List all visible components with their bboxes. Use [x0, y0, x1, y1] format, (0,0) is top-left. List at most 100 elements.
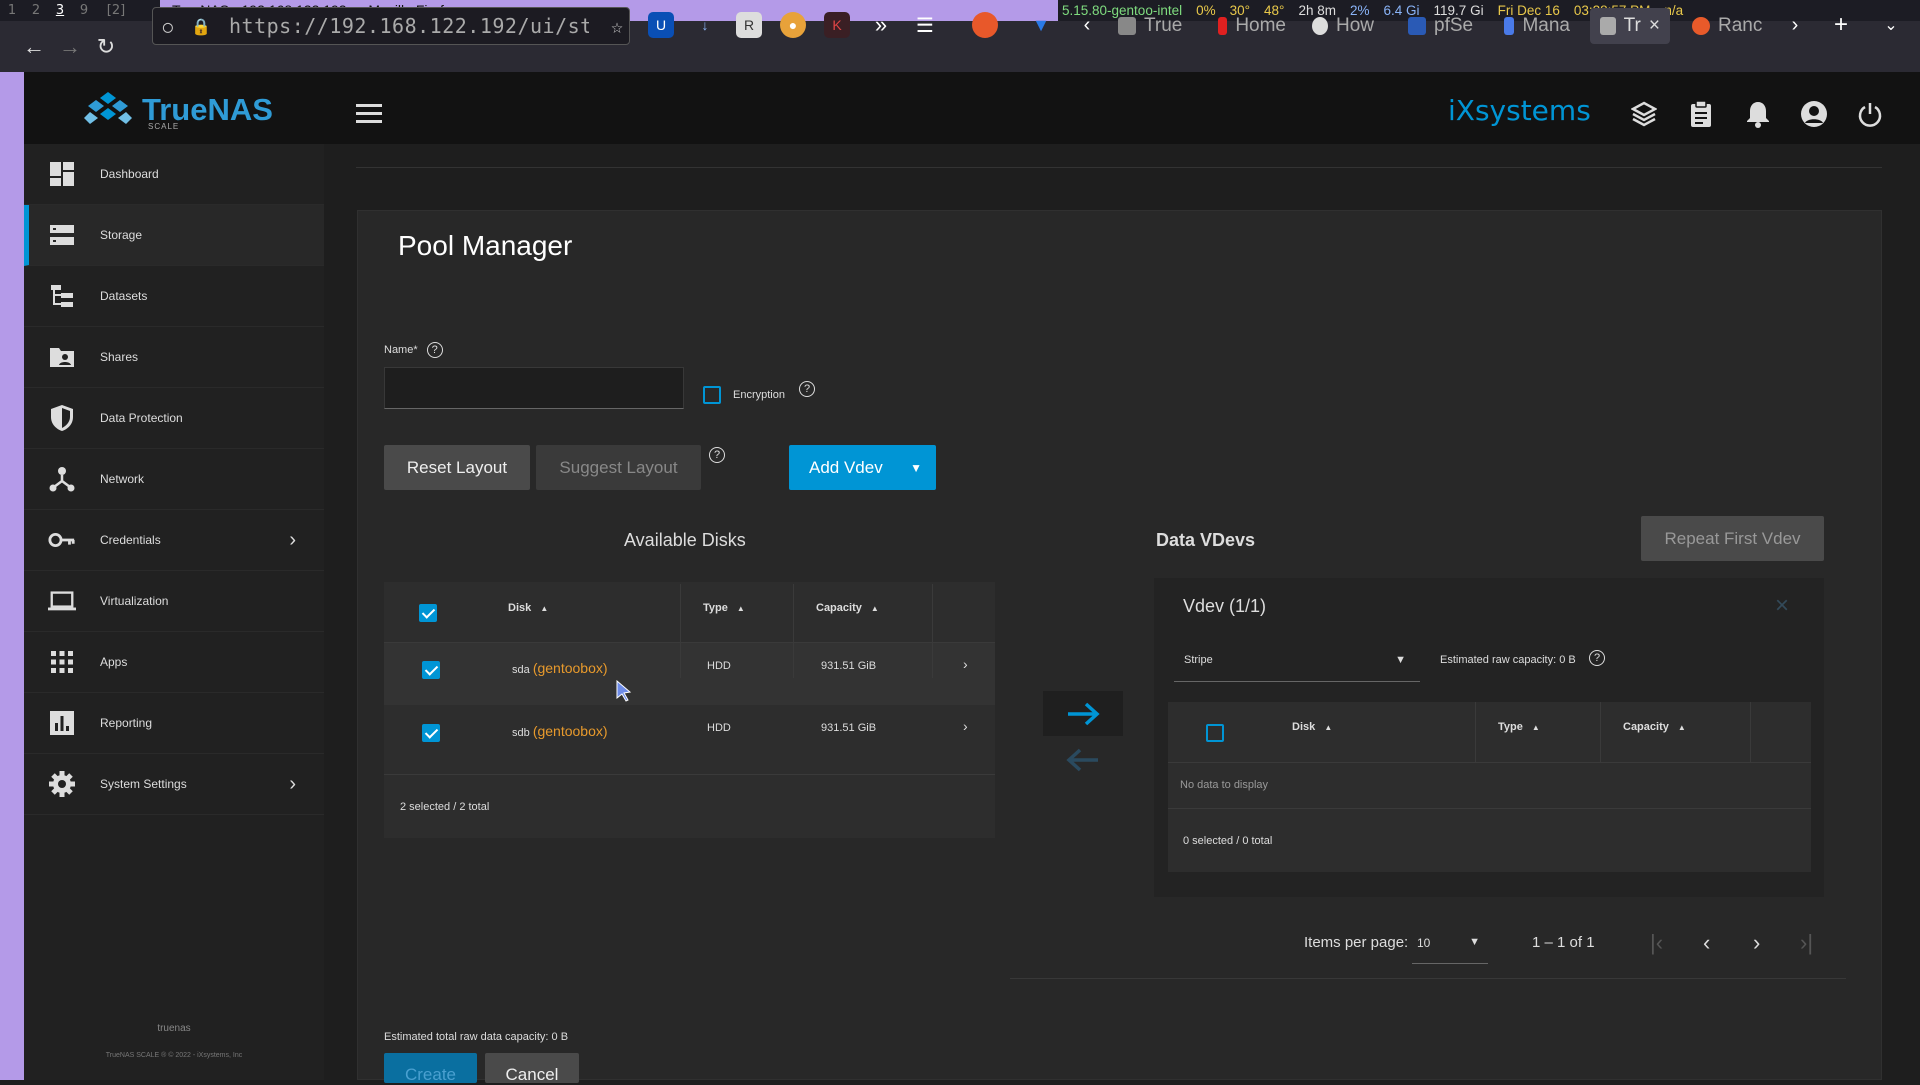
- first-page-icon[interactable]: |‹: [1650, 930, 1663, 956]
- suggest-layout-button[interactable]: Suggest Layout: [536, 445, 701, 490]
- layout-help-icon[interactable]: ?: [709, 447, 725, 463]
- hamburger-icon[interactable]: [356, 104, 382, 128]
- last-page-icon[interactable]: ›|: [1800, 930, 1813, 956]
- prev-page-icon[interactable]: ‹: [1703, 930, 1710, 956]
- sidebar-item-virtualization[interactable]: Virtualization: [24, 571, 324, 632]
- close-vdev-icon[interactable]: ×: [1775, 592, 1789, 620]
- menu-icon[interactable]: ☰: [912, 12, 938, 38]
- next-page-icon[interactable]: ›: [1753, 930, 1760, 956]
- sidebar-item-network[interactable]: Network: [24, 449, 324, 510]
- reset-layout-button[interactable]: Reset Layout: [384, 445, 530, 490]
- header-divider: [1168, 762, 1811, 763]
- storage-icon: [48, 221, 76, 249]
- tab-label: Tr: [1623, 15, 1641, 36]
- truenas-favicon-icon: [1600, 17, 1616, 35]
- url-bar[interactable]: ◯ 🔒 https://192.168.122.192/ui/stor ☆: [152, 7, 630, 45]
- account-icon[interactable]: [1800, 100, 1828, 128]
- sidebar-item-label: Dashboard: [100, 167, 159, 181]
- sidebar-item-dashboard[interactable]: Dashboard: [24, 144, 324, 205]
- disk-header[interactable]: Disk ▲: [508, 602, 548, 614]
- type-header[interactable]: Type ▲: [703, 602, 745, 614]
- disk-name: sdb: [512, 727, 530, 739]
- back-icon[interactable]: ←: [16, 29, 52, 65]
- move-left-button[interactable]: [1043, 740, 1123, 780]
- expand-row-icon[interactable]: ›: [963, 718, 968, 734]
- vdev-type-header[interactable]: Type ▲: [1498, 721, 1540, 733]
- tab-home[interactable]: Home: [1208, 8, 1296, 44]
- items-per-page-select[interactable]: 10 ▼: [1412, 924, 1488, 964]
- encryption-help-icon[interactable]: ?: [799, 381, 815, 397]
- forward-icon[interactable]: →: [52, 29, 88, 65]
- tab-manage[interactable]: Mana: [1494, 8, 1580, 44]
- extension-icon-2[interactable]: ●: [780, 12, 806, 38]
- encryption-checkbox[interactable]: [703, 386, 721, 404]
- help-icon[interactable]: ?: [426, 342, 443, 358]
- vdev-type-select[interactable]: Stripe ▼: [1174, 642, 1420, 682]
- tab-truenas-active[interactable]: Tr ×: [1590, 8, 1670, 44]
- tab-truenas[interactable]: True: [1108, 8, 1198, 44]
- new-tab-icon[interactable]: +: [1828, 11, 1854, 38]
- truenas-logo[interactable]: TrueNAS SCALE: [82, 90, 273, 131]
- key-icon: [48, 526, 76, 554]
- create-button[interactable]: Create: [384, 1053, 477, 1084]
- sidebar-item-credentials[interactable]: Credentials ›: [24, 510, 324, 571]
- power-icon[interactable]: [1856, 100, 1884, 128]
- dropdown-caret-icon[interactable]: ▼: [910, 461, 922, 475]
- tabs-left-icon[interactable]: ‹: [1074, 12, 1100, 38]
- workspace-1[interactable]: 1: [0, 3, 24, 18]
- capacity-header[interactable]: Capacity ▲: [816, 602, 879, 614]
- tabs-right-icon[interactable]: ›: [1782, 12, 1808, 38]
- pool-name-input[interactable]: [384, 367, 684, 409]
- lock-icon: 🔒: [191, 16, 211, 36]
- disk-host: (gentoobox): [532, 660, 608, 676]
- move-right-button[interactable]: [1043, 691, 1123, 736]
- vdev-select-all-checkbox[interactable]: [1206, 724, 1224, 742]
- sidebar-item-shares[interactable]: Shares: [24, 327, 324, 388]
- sidebar-item-apps[interactable]: Apps: [24, 632, 324, 693]
- sidebar-item-datasets[interactable]: Datasets: [24, 266, 324, 327]
- workspace-2[interactable]: 2: [24, 3, 48, 18]
- capacity-help-icon[interactable]: ?: [1589, 650, 1605, 666]
- column-divider: [1750, 702, 1751, 762]
- extension-icon[interactable]: R: [736, 12, 762, 38]
- disk-sda-name[interactable]: sda (gentoobox): [512, 660, 608, 676]
- filter-icon[interactable]: ▼: [1028, 12, 1054, 38]
- expand-row-icon[interactable]: ›: [963, 656, 968, 672]
- chart-icon: [48, 709, 76, 737]
- ix-brand: iXsystems: [1448, 94, 1591, 127]
- disk-sdb-checkbox[interactable]: [422, 724, 440, 742]
- extension-icon-3[interactable]: K: [824, 12, 850, 38]
- clipboard-icon[interactable]: [1687, 100, 1715, 128]
- vdev-capacity-header[interactable]: Capacity ▲: [1623, 721, 1686, 733]
- sidebar-item-storage[interactable]: Storage: [24, 205, 324, 266]
- encryption-label: Encryption: [733, 389, 785, 401]
- sidebar-item-reporting[interactable]: Reporting: [24, 693, 324, 754]
- add-vdev-button[interactable]: Add Vdev ▼: [789, 445, 936, 490]
- download-icon[interactable]: ↓: [692, 12, 718, 38]
- firefox-icon[interactable]: [972, 12, 998, 38]
- tab-random[interactable]: Ranc: [1682, 8, 1780, 44]
- ixsystems-logo[interactable]: iXsystems: [1448, 94, 1591, 127]
- sidebar-item-data-protection[interactable]: Data Protection: [24, 388, 324, 449]
- bookmark-star-icon[interactable]: ☆: [611, 14, 623, 38]
- select-all-checkbox[interactable]: [419, 604, 437, 622]
- sidebar-item-system-settings[interactable]: System Settings ›: [24, 754, 324, 815]
- workspace-3[interactable]: 3: [48, 3, 72, 18]
- workspace-9[interactable]: 9: [72, 3, 96, 18]
- tab-list-icon[interactable]: ⌄: [1878, 12, 1904, 38]
- tab-close-icon[interactable]: ×: [1649, 15, 1660, 37]
- disk-sda-checkbox[interactable]: [422, 661, 440, 679]
- content-divider: [356, 167, 1882, 168]
- vdev-disk-header[interactable]: Disk ▲: [1292, 721, 1332, 733]
- tab-pfsense[interactable]: pfSe: [1398, 8, 1484, 44]
- cancel-button[interactable]: Cancel: [485, 1053, 579, 1084]
- bell-icon[interactable]: [1744, 100, 1772, 128]
- overflow-icon[interactable]: »: [868, 12, 894, 38]
- repeat-first-vdev-button[interactable]: Repeat First Vdev: [1641, 516, 1824, 561]
- disk-sdb-name[interactable]: sdb (gentoobox): [512, 723, 608, 739]
- reload-icon[interactable]: ↻: [88, 29, 124, 65]
- page-title: Pool Manager: [398, 230, 573, 261]
- ublock-icon[interactable]: U: [648, 12, 674, 38]
- truecommand-icon[interactable]: [1630, 100, 1658, 128]
- tab-how[interactable]: How: [1302, 8, 1384, 44]
